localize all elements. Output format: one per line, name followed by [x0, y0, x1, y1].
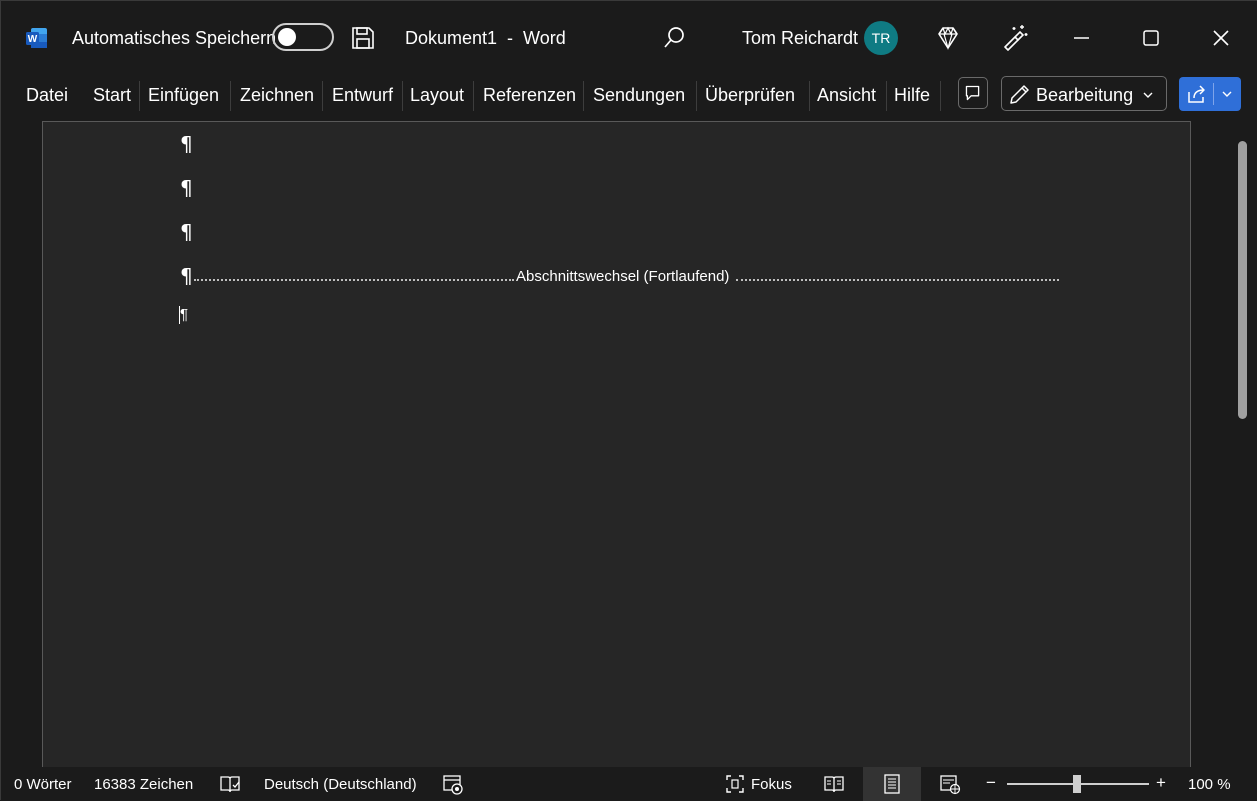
close-icon[interactable]: [1197, 19, 1243, 57]
magic-wand-icon[interactable]: [1001, 23, 1029, 51]
section-break-line: [736, 279, 1059, 281]
word-count[interactable]: 0 Wörter: [14, 776, 72, 793]
tab-ansicht[interactable]: Ansicht: [817, 85, 876, 106]
title-bar: W Automatisches Speichern Dokument1 - Wo…: [1, 1, 1257, 75]
focus-icon[interactable]: [724, 773, 746, 795]
zoom-out-button[interactable]: −: [986, 773, 996, 793]
tab-hilfe[interactable]: Hilfe: [894, 85, 930, 106]
comment-icon: [965, 85, 980, 101]
section-break[interactable]: Abschnittswechsel (Fortlaufend): [194, 268, 1060, 288]
read-mode-icon[interactable]: [823, 773, 845, 795]
paragraph-mark[interactable]: ¶: [180, 264, 193, 288]
chevron-down-icon: [1143, 92, 1153, 98]
user-name[interactable]: Tom Reichardt: [742, 28, 858, 49]
accessibility-icon[interactable]: [442, 773, 464, 795]
tab-separator: [886, 81, 887, 111]
zoom-level[interactable]: 100 %: [1188, 776, 1231, 793]
tab-separator: [583, 81, 584, 111]
pencil-icon: [1010, 85, 1029, 104]
tab-sendungen[interactable]: Sendungen: [593, 85, 685, 106]
section-break-label: Abschnittswechsel (Fortlaufend): [516, 268, 730, 285]
ribbon-tabs: Datei Start Einfügen Zeichnen Entwurf La…: [1, 75, 1257, 119]
print-layout-icon[interactable]: [881, 773, 903, 795]
avatar[interactable]: TR: [864, 21, 898, 55]
document-title: Dokument1 - Word: [405, 28, 566, 48]
diamond-icon[interactable]: [935, 25, 961, 51]
document-canvas: ¶ ¶ ¶ ¶ Abschnittswechsel (Fortlaufend) …: [1, 119, 1257, 773]
paragraph-mark[interactable]: ¶: [180, 306, 188, 323]
tab-zeichnen[interactable]: Zeichnen: [240, 85, 314, 106]
toggle-knob: [278, 28, 296, 46]
tab-separator: [940, 81, 941, 111]
tab-entwurf[interactable]: Entwurf: [332, 85, 393, 106]
autosave-toggle[interactable]: [272, 23, 334, 51]
tab-start[interactable]: Start: [93, 85, 131, 106]
tab-separator: [139, 81, 140, 111]
zoom-slider-thumb[interactable]: [1073, 775, 1081, 793]
chevron-down-icon[interactable]: [1221, 88, 1233, 100]
editing-mode-button[interactable]: Bearbeitung: [1001, 76, 1167, 111]
tab-separator: [809, 81, 810, 111]
tab-separator: [230, 81, 231, 111]
word-app-icon: W: [26, 28, 47, 48]
share-divider: [1213, 83, 1214, 105]
search-icon[interactable]: [661, 25, 687, 51]
tab-layout[interactable]: Layout: [410, 85, 464, 106]
autosave-label: Automatisches Speichern: [72, 28, 277, 48]
share-icon: [1188, 85, 1205, 103]
character-count[interactable]: 16383 Zeichen: [94, 776, 193, 793]
minimize-icon[interactable]: [1058, 19, 1104, 57]
vertical-scrollbar[interactable]: [1238, 141, 1247, 419]
comments-button[interactable]: [958, 77, 988, 109]
save-icon[interactable]: [350, 25, 376, 51]
tab-datei[interactable]: Datei: [26, 85, 68, 106]
status-bar: 0 Wörter 16383 Zeichen Deutsch (Deutschl…: [1, 767, 1257, 801]
proofing-book-icon[interactable]: [219, 773, 241, 795]
document-page[interactable]: ¶ ¶ ¶ ¶ Abschnittswechsel (Fortlaufend) …: [42, 121, 1191, 773]
editing-mode-label: Bearbeitung: [1036, 85, 1134, 105]
tab-referenzen[interactable]: Referenzen: [483, 85, 576, 106]
zoom-in-button[interactable]: +: [1156, 773, 1166, 793]
tab-separator: [322, 81, 323, 111]
paragraph-mark[interactable]: ¶: [180, 220, 193, 244]
tab-separator: [473, 81, 474, 111]
paragraph-mark[interactable]: ¶: [180, 176, 193, 200]
tab-einfuegen[interactable]: Einfügen: [148, 85, 219, 106]
focus-label[interactable]: Fokus: [751, 776, 792, 793]
svg-text:W: W: [28, 34, 38, 45]
language-label[interactable]: Deutsch (Deutschland): [264, 776, 417, 793]
tab-separator: [402, 81, 403, 111]
tab-ueberpruefen[interactable]: Überprüfen: [705, 85, 795, 106]
tab-separator: [696, 81, 697, 111]
web-layout-icon[interactable]: [939, 773, 961, 795]
share-button[interactable]: [1179, 77, 1241, 111]
paragraph-mark[interactable]: ¶: [180, 132, 193, 156]
maximize-icon[interactable]: [1128, 19, 1174, 57]
section-break-line: [194, 279, 514, 281]
word-window: W Automatisches Speichern Dokument1 - Wo…: [0, 0, 1257, 801]
